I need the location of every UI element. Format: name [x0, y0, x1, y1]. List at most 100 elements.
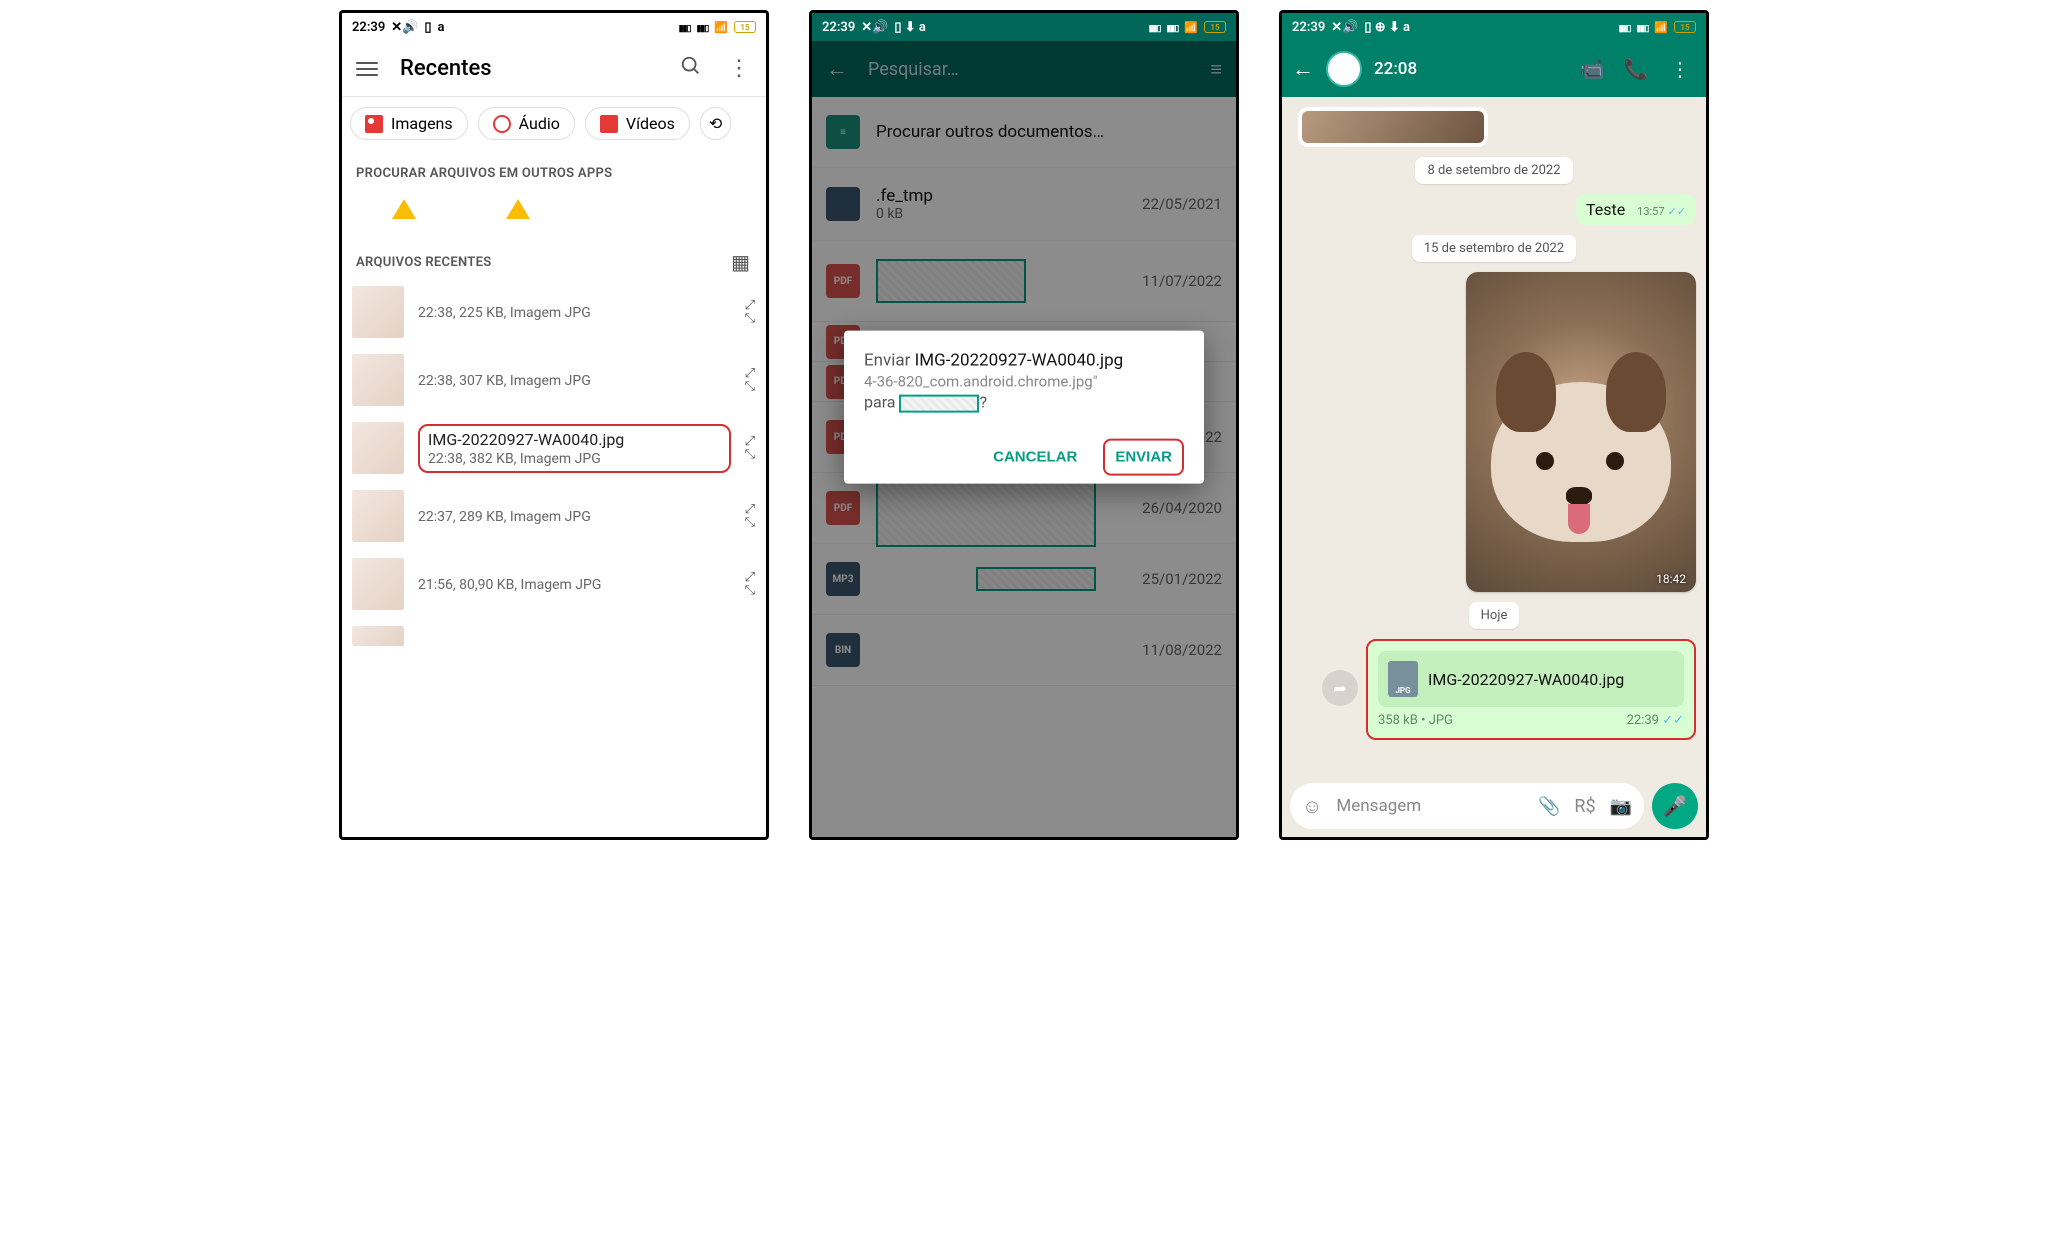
audio-icon [493, 115, 511, 133]
google-drive-icon[interactable] [392, 199, 416, 219]
message-time: 13:57 [1637, 205, 1664, 218]
grid-view-toggle-icon[interactable]: ▦ [715, 250, 766, 278]
cancel-button[interactable]: CANCELAR [983, 439, 1087, 476]
file-meta: 22:38, 382 KB, Imagem JPG [428, 451, 721, 467]
incoming-image-message[interactable]: 18:23 [1298, 107, 1488, 147]
emoji-icon[interactable]: ☺ [1302, 794, 1322, 819]
contact-last-seen[interactable]: 22:08 [1374, 59, 1564, 79]
section-header-recent: ARQUIVOS RECENTES [342, 249, 505, 278]
message-input[interactable]: ☺ Mensagem 📎 R$ 📷 [1290, 783, 1644, 829]
dialog-prefix: Enviar [864, 351, 910, 371]
mute-icon: ✕🔊 [1331, 20, 1358, 35]
chat-app-bar: ← 22:08 📹 📞 ⋮ [1282, 41, 1706, 97]
signal-icon-2 [696, 20, 708, 35]
contact-avatar[interactable] [1326, 51, 1362, 87]
signal-icon [1149, 20, 1161, 35]
signal-icon-2 [1166, 20, 1178, 35]
back-arrow-icon[interactable]: ← [1292, 56, 1314, 82]
read-ticks-icon: ✓✓ [1668, 205, 1686, 218]
dialog-subtext: 4-36-820_com.android.chrome.jpg" [864, 373, 1184, 391]
send-button[interactable]: ENVIAR [1103, 439, 1184, 476]
voice-call-icon[interactable]: 📞 [1620, 57, 1652, 81]
document-type: JPG [1429, 713, 1453, 728]
phone-file-picker: 22:39 ✕🔊 ▯ a 15 Recentes ⋮ Imagens Áudio… [339, 10, 769, 840]
chat-messages[interactable]: 18:23 8 de setembro de 2022 Teste 13:57✓… [1282, 97, 1706, 775]
file-thumbnail [352, 422, 404, 474]
chip-images[interactable]: Imagens [350, 107, 468, 140]
signal-icon-2 [1636, 20, 1648, 35]
signal-icon [679, 20, 691, 35]
status-time: 22:39 [1292, 20, 1325, 35]
expand-icon[interactable]: ⤢⤡ [745, 571, 756, 597]
file-name: IMG-20220927-WA0040.jpg [428, 430, 721, 449]
phone-document-picker: 22:39 ✕🔊 ▯ ⬇ a 15 ← Pesquisar… ≡ ≡ Procu… [809, 10, 1239, 840]
outgoing-text-message[interactable]: Teste 13:57✓✓ [1576, 194, 1696, 225]
wifi-icon [1184, 20, 1198, 35]
dialog-filename: IMG-20220927-WA0040.jpg [915, 351, 1124, 371]
chip-label: Vídeos [626, 114, 675, 133]
chip-label: Imagens [391, 114, 453, 133]
file-thumbnail [352, 558, 404, 610]
google-drive-icon[interactable] [506, 199, 530, 219]
camera-icon[interactable]: 📷 [1610, 796, 1632, 817]
hamburger-menu-icon[interactable] [356, 62, 378, 76]
expand-icon[interactable]: ⤢⤡ [745, 503, 756, 529]
document-name: IMG-20220927-WA0040.jpg [1428, 670, 1624, 689]
wifi-icon [714, 20, 728, 35]
status-bar: 22:39 ✕🔊 ▯ ⊕ ⬇ a 15 [1282, 13, 1706, 41]
input-placeholder: Mensagem [1336, 796, 1524, 816]
file-item[interactable]: 21:56, 80,90 KB, Imagem JPG ⤢⤡ [342, 550, 766, 618]
app-icon: ▯ [424, 20, 431, 35]
document-size: 358 kB [1378, 713, 1418, 728]
overflow-menu-icon[interactable]: ⋮ [726, 56, 752, 81]
recent-files-list[interactable]: 22:38, 225 KB, Imagem JPG ⤢⤡ 22:38, 307 … [342, 278, 766, 837]
chip-label: Áudio [519, 114, 560, 133]
app-bar: Recentes ⋮ [342, 41, 766, 97]
file-item[interactable] [342, 618, 766, 654]
video-icon [600, 115, 618, 133]
video-call-icon[interactable]: 📹 [1576, 57, 1608, 81]
chip-videos[interactable]: Vídeos [585, 107, 690, 140]
file-item-highlighted[interactable]: IMG-20220927-WA0040.jpg 22:38, 382 KB, Im… [342, 414, 766, 482]
attachment-icon[interactable]: 📎 [1538, 796, 1560, 817]
app-shortcuts [342, 189, 766, 249]
date-separator: Hoje [1469, 602, 1520, 629]
message-input-bar: ☺ Mensagem 📎 R$ 📷 🎤 [1282, 775, 1706, 837]
status-bar: 22:39 ✕🔊 ▯ a 15 [342, 13, 766, 41]
app-icon-2: a [438, 20, 445, 35]
image-thumbnail[interactable]: 18:42 [1466, 272, 1696, 592]
forward-icon[interactable]: ➦ [1322, 670, 1358, 706]
status-time: 22:39 [822, 20, 855, 35]
date-separator: 8 de setembro de 2022 [1415, 157, 1572, 184]
search-icon[interactable] [678, 55, 704, 83]
file-meta: 22:37, 289 KB, Imagem JPG [418, 509, 731, 525]
file-meta: 22:38, 225 KB, Imagem JPG [418, 305, 731, 321]
battery-icon: 15 [1204, 21, 1226, 33]
message-time: 22:39 [1627, 713, 1659, 728]
file-item[interactable]: 22:37, 289 KB, Imagem JPG ⤢⤡ [342, 482, 766, 550]
payment-icon[interactable]: R$ [1574, 796, 1595, 817]
date-separator: 15 de setembro de 2022 [1412, 235, 1576, 262]
section-header-apps: PROCURAR ARQUIVOS EM OUTROS APPS [342, 150, 766, 189]
expand-icon[interactable]: ⤢⤡ [745, 299, 756, 325]
expand-icon[interactable]: ⤢⤡ [745, 367, 756, 393]
message-time: 18:23 [1453, 130, 1480, 143]
read-ticks-icon: ✓✓ [1662, 713, 1684, 728]
signal-icon [1619, 20, 1631, 35]
expand-icon[interactable]: ⤢⤡ [745, 435, 756, 461]
voice-message-button[interactable]: 🎤 [1652, 783, 1698, 829]
outgoing-image-message[interactable]: 18:42 ➦ [1466, 272, 1696, 592]
redacted-recipient [899, 395, 979, 413]
chip-audio[interactable]: Áudio [478, 107, 575, 140]
file-thumbnail [352, 286, 404, 338]
chip-more[interactable]: ⟲ [700, 107, 731, 140]
outgoing-document-message[interactable]: ➦ JPG IMG-20220927-WA0040.jpg 358 kB • J… [1366, 639, 1696, 740]
file-item[interactable]: 22:38, 307 KB, Imagem JPG ⤢⤡ [342, 346, 766, 414]
more-icon: ⟲ [709, 114, 722, 133]
file-meta: 21:56, 80,90 KB, Imagem JPG [418, 577, 731, 593]
overflow-menu-icon[interactable]: ⋮ [1664, 57, 1696, 81]
file-item[interactable]: 22:38, 225 KB, Imagem JPG ⤢⤡ [342, 278, 766, 346]
phone-whatsapp-chat: 22:39 ✕🔊 ▯ ⊕ ⬇ a 15 ← 22:08 📹 📞 ⋮ 18:23 … [1279, 10, 1709, 840]
mute-icon: ✕🔊 [391, 20, 418, 35]
status-time: 22:39 [352, 20, 385, 35]
